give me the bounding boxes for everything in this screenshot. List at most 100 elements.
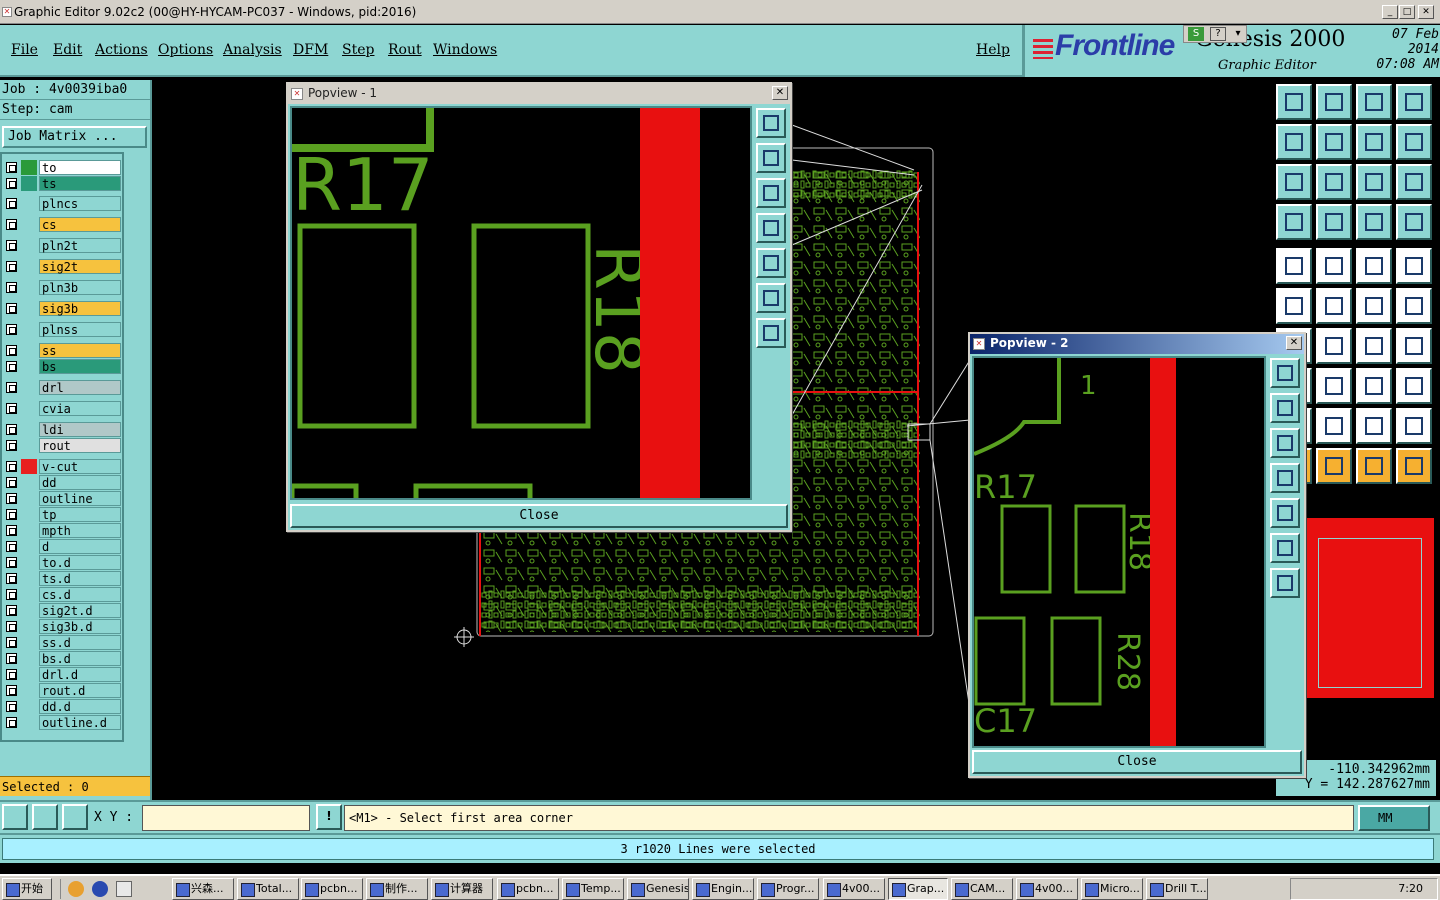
layer-row-ts[interactable]: ts (4, 176, 122, 191)
layer-name[interactable]: outline.d (39, 715, 121, 730)
layer-name[interactable]: ss (39, 343, 121, 358)
pad-icon[interactable] (1276, 248, 1312, 284)
taskbar-item[interactable]: 计算器 (431, 878, 493, 900)
popview-pan-left-icon[interactable] (1270, 463, 1300, 493)
shapes-icon[interactable] (1356, 368, 1392, 404)
taskbar-item[interactable]: 4v00... (823, 878, 885, 900)
layer-color-swatch[interactable] (21, 176, 37, 191)
layer-checkbox[interactable] (6, 557, 17, 568)
tri3-icon[interactable] (1356, 408, 1392, 444)
zoom-out-icon[interactable] (1316, 124, 1352, 160)
layer-name[interactable]: pln3b (39, 280, 121, 295)
alert-icon[interactable]: ! (316, 804, 342, 830)
popview-2-close-button[interactable]: Close (972, 750, 1302, 774)
units-selector[interactable]: MM (1358, 805, 1430, 831)
layer-color-swatch[interactable] (21, 301, 37, 316)
layer-name[interactable]: bs (39, 359, 121, 374)
quicklaunch-icon[interactable] (68, 881, 84, 897)
popview-2-viewport[interactable]: 1 R17 R18 R28 C17 (972, 356, 1266, 748)
layer-name[interactable]: rout (39, 438, 121, 453)
layer-color-swatch[interactable] (21, 699, 37, 714)
query-icon[interactable] (1396, 164, 1432, 200)
layer-checkbox[interactable] (6, 637, 17, 648)
popview-1-title[interactable]: Popview - 1 (288, 84, 790, 104)
layer-checkbox[interactable] (6, 669, 17, 680)
layer-checkbox[interactable] (6, 240, 17, 251)
arc-icon[interactable] (1356, 328, 1392, 364)
draw-line-icon[interactable] (1316, 328, 1352, 364)
net-icon[interactable] (1356, 204, 1392, 240)
layer-checkbox[interactable] (6, 261, 17, 272)
popview-pan-left-icon[interactable] (756, 213, 786, 243)
layer-name[interactable]: bs.d (39, 651, 121, 666)
taskbar-item[interactable]: 制作... (366, 878, 428, 900)
layer-row-tp[interactable]: tp (4, 507, 122, 522)
layer-color-swatch[interactable] (21, 619, 37, 634)
popview-zoom-fit-icon[interactable] (756, 283, 786, 313)
fit-icon[interactable] (1356, 124, 1392, 160)
layer-row-drl.d[interactable]: drl.d (4, 667, 122, 682)
layer-checkbox[interactable] (6, 282, 17, 293)
layer-row-sig3b[interactable]: sig3b (4, 301, 122, 316)
scale-icon[interactable] (1356, 164, 1392, 200)
taskbar-item[interactable]: Drill T... (1146, 878, 1208, 900)
popview-layer-up-icon[interactable] (1270, 393, 1300, 423)
taskbar-item[interactable]: Genesis (627, 878, 689, 900)
layer-row-pln2t[interactable]: pln2t (4, 238, 122, 253)
taskbar-item[interactable]: CAM... (951, 878, 1013, 900)
layer-color-swatch[interactable] (21, 459, 37, 474)
net-select-icon[interactable] (1396, 204, 1432, 240)
layer-checkbox[interactable] (6, 621, 17, 632)
layer-row-rout.d[interactable]: rout.d (4, 683, 122, 698)
layer-color-swatch[interactable] (21, 523, 37, 538)
layer-row-ss[interactable]: ss (4, 343, 122, 358)
layer-color-swatch[interactable] (21, 571, 37, 586)
dot-icon[interactable] (1396, 248, 1432, 284)
popview-2-close-icon[interactable]: ✕ (1286, 336, 1302, 350)
layer-color-swatch[interactable] (21, 603, 37, 618)
layer-name[interactable]: drl.d (39, 667, 121, 682)
pointer2-icon[interactable] (1316, 448, 1352, 484)
popview-pan-right-icon[interactable] (1270, 498, 1300, 528)
menu-windows[interactable]: Windows (433, 42, 497, 58)
layer-color-swatch[interactable] (21, 715, 37, 730)
layer-name[interactable]: to (39, 160, 121, 175)
layer-color-swatch[interactable] (21, 259, 37, 274)
menu-options[interactable]: Options (158, 42, 213, 58)
layer-color-swatch[interactable] (21, 422, 37, 437)
home-icon[interactable] (1356, 84, 1392, 120)
layer-color-swatch[interactable] (21, 651, 37, 666)
layer-checkbox[interactable] (6, 198, 17, 209)
layer-name[interactable]: plnss (39, 322, 121, 337)
popview-layer-down-icon[interactable] (756, 178, 786, 208)
layer-checkbox[interactable] (6, 573, 17, 584)
layer-color-swatch[interactable] (21, 667, 37, 682)
zoom-in-icon[interactable] (1276, 124, 1312, 160)
layer-color-swatch[interactable] (21, 539, 37, 554)
layer-checkbox[interactable] (6, 382, 17, 393)
taskbar-item[interactable]: Total... (237, 878, 299, 900)
layer-checkbox[interactable] (6, 685, 17, 696)
layer-row-rout[interactable]: rout (4, 438, 122, 453)
layer-name[interactable]: d (39, 539, 121, 554)
layer-name[interactable]: v-cut (39, 459, 121, 474)
layer-color-swatch[interactable] (21, 555, 37, 570)
layer-checkbox[interactable] (6, 424, 17, 435)
layer-name[interactable]: rout.d (39, 683, 121, 698)
layer-name[interactable]: outline (39, 491, 121, 506)
taskbar-item[interactable]: Temp... (562, 878, 624, 900)
layer-checkbox[interactable] (6, 653, 17, 664)
chevron-down-icon[interactable]: ▾ (1232, 27, 1244, 41)
layer-name[interactable]: ss.d (39, 635, 121, 650)
help-icon[interactable]: ? (1210, 27, 1226, 41)
menu-analysis[interactable]: Analysis (223, 42, 282, 58)
layer-row-plncs[interactable]: plncs (4, 196, 122, 211)
layer-color-swatch[interactable] (21, 217, 37, 232)
layer-checkbox[interactable] (6, 403, 17, 414)
layer-checkbox[interactable] (6, 477, 17, 488)
layer-checkbox[interactable] (6, 440, 17, 451)
taskbar-item[interactable]: Progr... (757, 878, 819, 900)
layer-name[interactable]: sig2t.d (39, 603, 121, 618)
layer-name[interactable]: tp (39, 507, 121, 522)
layer-row-bs[interactable]: bs (4, 359, 122, 374)
